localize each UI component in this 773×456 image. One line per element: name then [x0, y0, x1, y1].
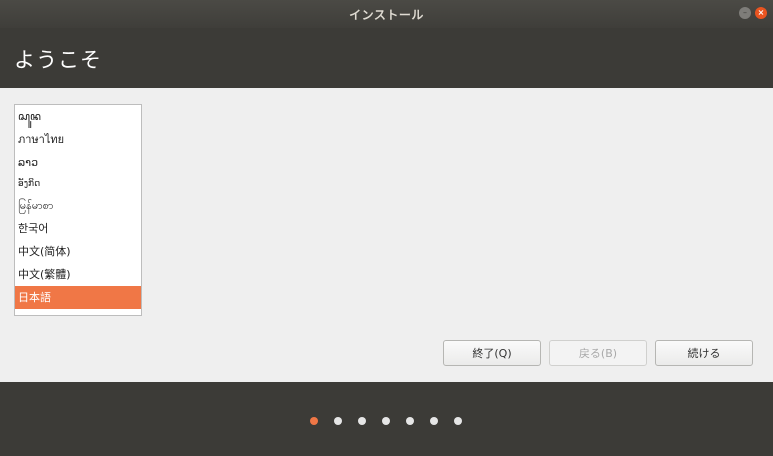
- language-item[interactable]: ภาษาไทย: [15, 128, 141, 151]
- progress-dot: [454, 417, 462, 425]
- continue-button[interactable]: 続ける: [655, 340, 753, 366]
- page-title: ようこそ: [14, 48, 102, 72]
- minimize-button[interactable]: –: [739, 7, 751, 19]
- window-controls: – ×: [739, 7, 767, 19]
- window-title: インストール: [349, 7, 424, 22]
- progress-footer: [0, 382, 773, 456]
- title-bar: インストール – ×: [0, 0, 773, 28]
- progress-dots: [310, 417, 462, 425]
- close-button[interactable]: ×: [755, 7, 767, 19]
- language-item[interactable]: ອັງກິດ: [15, 174, 141, 194]
- back-button[interactable]: 戻る(B): [549, 340, 647, 366]
- page-header: ようこそ: [0, 28, 773, 88]
- close-icon: ×: [757, 8, 765, 17]
- progress-dot: [430, 417, 438, 425]
- progress-dot-active: [310, 417, 318, 425]
- language-item[interactable]: 한국어: [15, 217, 141, 240]
- progress-dot: [334, 417, 342, 425]
- language-item[interactable]: ꦱꦸꦤ: [15, 105, 141, 128]
- progress-dot: [406, 417, 414, 425]
- button-row: 終了(Q) 戻る(B) 続ける: [443, 340, 753, 366]
- main-content: ꦱꦸꦤ ภาษาไทย ລາວ ອັງກິດ မြန်မာစာ 한국어 中文(简…: [0, 88, 773, 382]
- language-item-selected[interactable]: 日本語: [15, 286, 141, 309]
- installer-window: インストール – × ようこそ ꦱꦸꦤ ภาษาไทย ລາວ ອັງກິດ မ…: [0, 0, 773, 456]
- quit-button[interactable]: 終了(Q): [443, 340, 541, 366]
- language-item[interactable]: မြန်မာစာ: [15, 194, 141, 217]
- language-item[interactable]: 中文(简体): [15, 240, 141, 263]
- language-list[interactable]: ꦱꦸꦤ ภาษาไทย ລາວ ອັງກິດ မြန်မာစာ 한국어 中文(简…: [14, 104, 142, 316]
- progress-dot: [382, 417, 390, 425]
- language-item[interactable]: ລາວ: [15, 151, 141, 174]
- language-item[interactable]: 中文(繁體): [15, 263, 141, 286]
- progress-dot: [358, 417, 366, 425]
- minimize-icon: –: [743, 8, 747, 17]
